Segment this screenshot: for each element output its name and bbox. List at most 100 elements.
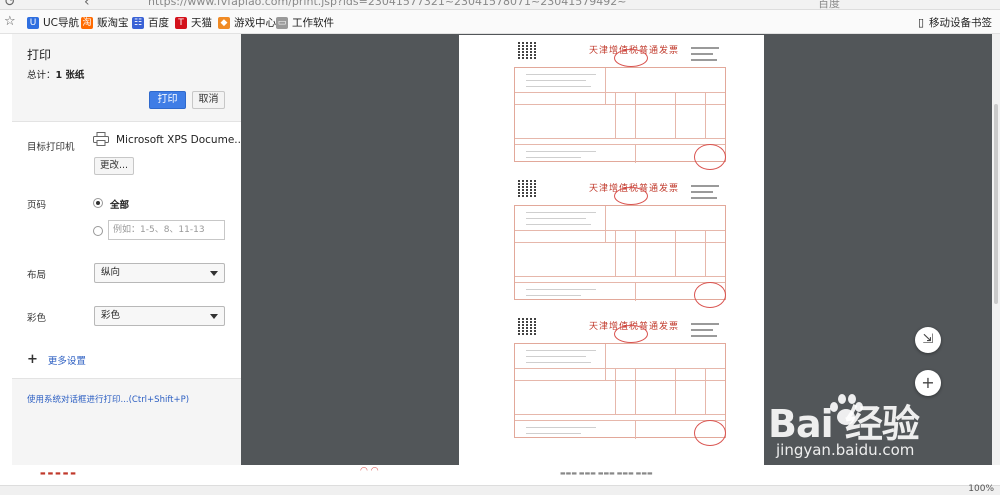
table-line	[515, 414, 725, 415]
invoice-number-lines	[691, 329, 713, 331]
invoice-seal	[614, 187, 648, 205]
table-line	[675, 230, 676, 276]
table-line	[615, 368, 616, 414]
table-line	[515, 276, 725, 277]
table-line	[605, 344, 606, 380]
text-line	[526, 151, 596, 152]
printer-label: 目标打印机	[27, 142, 75, 153]
text-line	[526, 362, 591, 363]
uc-icon: U	[27, 16, 39, 29]
mobile-bookmarks[interactable]: ▯ 移动设备书签	[918, 15, 992, 30]
table-line	[635, 282, 636, 301]
paw-icon	[830, 394, 863, 425]
bookmark-uc[interactable]: U UC导航	[27, 15, 79, 30]
pages-all-label: 全部	[110, 200, 130, 211]
table-line	[675, 92, 676, 138]
search-engine-label[interactable]: 百度	[818, 0, 840, 9]
bookmark-games[interactable]: ◆ 游戏中心	[218, 15, 276, 30]
table-line	[515, 368, 725, 369]
layout-label: 布局	[27, 270, 47, 281]
more-settings-link[interactable]: + 更多设置	[27, 352, 86, 367]
invoice-number-lines	[691, 323, 719, 325]
taobao-icon: 淘	[81, 16, 93, 29]
bookmark-tmall[interactable]: T 天猫	[175, 15, 212, 30]
printer-name: Microsoft XPS Docume...	[116, 134, 245, 146]
table-line	[515, 282, 725, 283]
text-line	[526, 356, 586, 357]
invoice-number-lines	[691, 335, 717, 337]
pages-all-radio[interactable]	[93, 198, 103, 208]
fit-to-page-button[interactable]: ⇲	[915, 327, 941, 353]
table-line	[635, 420, 636, 439]
pages-range-radio[interactable]	[93, 226, 103, 236]
status-bar: 100%	[0, 484, 1000, 495]
background-seal: ◠ ◠	[360, 466, 379, 476]
print-header: 打印 总计：1 张纸 打印 取消	[12, 34, 241, 122]
chevron-down-icon	[210, 314, 218, 319]
back-icon[interactable]: ↺	[4, 0, 16, 9]
invoice-seal	[614, 49, 648, 67]
text-line	[526, 86, 591, 87]
fit-icon: ⇲	[922, 332, 934, 347]
qr-code-mask	[518, 179, 536, 197]
text-line	[526, 80, 586, 81]
invoice-seal	[614, 325, 648, 343]
qr-code-mask	[518, 41, 536, 59]
system-dialog-link[interactable]: 使用系统对话框进行打印...(Ctrl+Shift+P)	[27, 393, 189, 405]
cancel-button[interactable]: 取消	[192, 91, 225, 109]
company-seal	[694, 144, 726, 170]
table-line	[605, 68, 606, 104]
background-page-strip: ▬ ▬ ▬ ▬ ▬ ◠ ◠ ▬▬▬ ▬▬▬ ▬▬▬ ▬▬▬ ▬▬▬	[0, 465, 1000, 485]
star-icon[interactable]: ☆	[4, 14, 16, 29]
table-line	[675, 368, 676, 414]
table-line	[615, 230, 616, 276]
invoice-table	[514, 343, 726, 439]
folder-icon: ▭	[276, 16, 288, 29]
bookmark-taobao[interactable]: 淘贩淘宝	[81, 15, 129, 30]
preview-page: 天津增值税普通发票 天津增值税普通发票 天津增值税普通发票	[459, 35, 764, 465]
table-line	[515, 230, 725, 231]
scrollbar-thumb[interactable]	[994, 104, 998, 304]
layout-select[interactable]: 纵向	[94, 263, 225, 283]
text-line	[526, 74, 596, 75]
table-line	[515, 420, 725, 421]
qr-code-mask	[518, 317, 536, 335]
change-printer-button[interactable]: 更改...	[94, 157, 134, 175]
chevron-down-icon	[210, 271, 218, 276]
invoice-number-lines	[691, 59, 717, 61]
invoice-table	[514, 205, 726, 301]
printer-icon	[93, 132, 109, 146]
invoice-preview: 天津增值税普通发票	[476, 41, 745, 170]
print-settings-panel: 打印 总计：1 张纸 打印 取消 目标打印机 Microsoft XPS Doc…	[12, 34, 245, 465]
text-line	[526, 427, 596, 428]
table-line	[705, 368, 706, 414]
url-field[interactable]: https://www.fvfapiao.com/print.jsp?ids=2…	[148, 0, 626, 8]
text-line	[526, 289, 596, 290]
table-line	[515, 144, 725, 145]
company-seal	[694, 282, 726, 308]
table-line	[635, 230, 636, 276]
text-line	[526, 295, 581, 296]
invoice-number-lines	[691, 197, 717, 199]
invoice-number-lines	[691, 47, 719, 49]
color-label: 彩色	[27, 313, 47, 324]
baidu-jingyan-watermark: Bai 经验 jingyan.baidu.com	[768, 385, 1000, 465]
color-select[interactable]: 彩色	[94, 306, 225, 326]
tmall-icon: T	[175, 16, 187, 29]
print-button[interactable]: 打印	[149, 91, 186, 109]
table-line	[515, 242, 725, 243]
page-range-input[interactable]: 例如：1-5、8、11-13	[108, 220, 225, 240]
invoice-number-lines	[691, 191, 713, 193]
zoom-level[interactable]: 100%	[968, 484, 994, 494]
forward-icon[interactable]: ‹	[84, 0, 90, 9]
table-line	[705, 230, 706, 276]
table-line	[635, 144, 636, 163]
bookmark-baidu[interactable]: ☷ 百度	[132, 15, 169, 30]
bookmark-work[interactable]: ▭ 工作软件	[276, 15, 334, 30]
bookmarks-bar: ☆ U UC导航 淘贩淘宝 ☷ 百度 T 天猫 ◆ 游戏中心 ▭ 工作软件 ▯ 移动设备书签	[0, 10, 1000, 34]
text-line	[526, 433, 581, 434]
table-line	[705, 92, 706, 138]
text-line	[526, 218, 586, 219]
phone-icon: ▯	[917, 16, 924, 29]
table-line	[515, 92, 725, 93]
